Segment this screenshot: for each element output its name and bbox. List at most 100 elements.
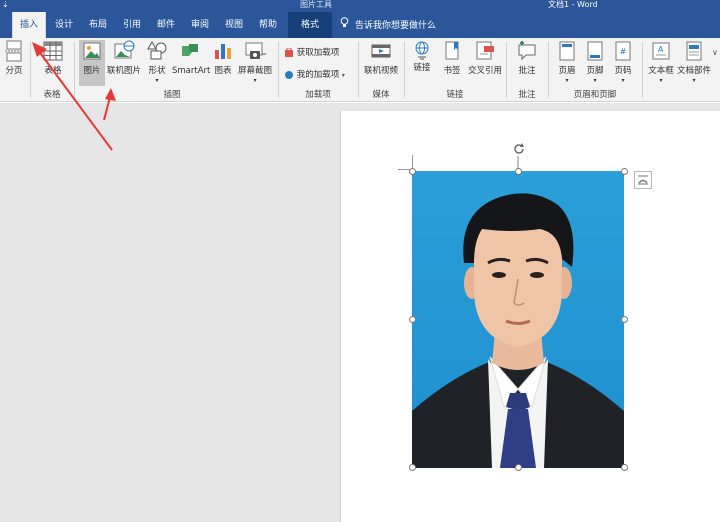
tab-mailings[interactable]: 邮件 bbox=[152, 12, 180, 38]
separator bbox=[404, 42, 405, 98]
picture-button[interactable]: 图片 bbox=[79, 40, 105, 86]
table-label: 表格 bbox=[44, 66, 62, 76]
cross-reference-button[interactable]: 交叉引用 bbox=[466, 40, 504, 76]
ribbon-more-icon[interactable]: ∨ bbox=[712, 48, 718, 57]
footer-icon bbox=[587, 41, 603, 61]
online-picture-label: 联机图片 bbox=[106, 66, 141, 76]
store-icon bbox=[285, 47, 293, 57]
shapes-button[interactable]: 形状 ▾ bbox=[144, 40, 170, 86]
shapes-dropdown-icon: ▾ bbox=[155, 77, 159, 84]
screenshot-icon bbox=[245, 42, 266, 59]
quick-access-icon[interactable]: ⇣ bbox=[2, 0, 9, 9]
rotate-handle-icon[interactable] bbox=[512, 142, 526, 159]
resize-handle-top-left[interactable] bbox=[409, 168, 416, 175]
tab-insert[interactable]: 插入 bbox=[12, 12, 46, 38]
table-button[interactable]: 表格 bbox=[38, 40, 68, 76]
smartart-label: SmartArt bbox=[172, 66, 211, 76]
tab-format[interactable]: 格式 bbox=[288, 12, 332, 38]
bookmark-button[interactable]: 书签 bbox=[438, 40, 466, 76]
link-label: 链接 bbox=[413, 63, 431, 73]
my-addins-dropdown-icon: ▾ bbox=[341, 72, 345, 79]
resize-handle-top-right[interactable] bbox=[621, 168, 628, 175]
id-photo-image[interactable] bbox=[412, 171, 624, 468]
my-addins-button[interactable]: 我的加载项 ▾ bbox=[284, 68, 345, 80]
doc-parts-icon bbox=[686, 41, 702, 61]
header-icon bbox=[559, 41, 575, 61]
group-label-media: 媒体 bbox=[372, 90, 390, 100]
layout-options-button[interactable] bbox=[634, 171, 652, 189]
tab-view[interactable]: 视图 bbox=[220, 12, 248, 38]
textbox-icon: A bbox=[652, 42, 670, 60]
document-title: 文档1 - Word bbox=[548, 0, 598, 9]
resize-handle-bottom-left[interactable] bbox=[409, 464, 416, 471]
resize-handle-bottom-right[interactable] bbox=[621, 464, 628, 471]
online-video-icon bbox=[371, 44, 391, 58]
footer-dropdown-icon: ▾ bbox=[593, 77, 597, 84]
tab-layout[interactable]: 布局 bbox=[84, 12, 112, 38]
get-addins-button[interactable]: 获取加载项 bbox=[284, 46, 339, 58]
online-picture-icon bbox=[114, 40, 135, 59]
footer-label: 页脚 bbox=[586, 66, 604, 76]
header-button[interactable]: 页眉 ▾ bbox=[554, 40, 580, 86]
comment-button[interactable]: 批注 bbox=[512, 40, 542, 76]
page-number-label: 页码 bbox=[614, 66, 632, 76]
page-number-dropdown-icon: ▾ bbox=[621, 77, 625, 84]
chart-button[interactable]: 图表 bbox=[210, 40, 236, 76]
tab-help[interactable]: 帮助 bbox=[254, 12, 282, 38]
svg-text:#: # bbox=[620, 47, 627, 56]
link-button[interactable]: 链接 bbox=[410, 40, 434, 73]
get-addins-label: 获取加载项 bbox=[296, 48, 340, 58]
cross-reference-icon bbox=[476, 41, 494, 60]
page-break-button[interactable]: 分页 bbox=[2, 40, 26, 76]
resize-handle-bottom[interactable] bbox=[515, 464, 522, 471]
doc-parts-label: 文档部件 bbox=[676, 66, 711, 76]
page-number-button[interactable]: # 页码 ▾ bbox=[610, 40, 636, 86]
online-picture-button[interactable]: 联机图片 bbox=[106, 40, 142, 76]
group-label-links: 链接 bbox=[446, 90, 464, 100]
header-dropdown-icon: ▾ bbox=[565, 77, 569, 84]
group-label-tables: 表格 bbox=[43, 90, 61, 100]
textbox-label: 文本框 bbox=[648, 66, 674, 76]
page-break-icon bbox=[5, 40, 23, 62]
cross-reference-label: 交叉引用 bbox=[467, 66, 502, 76]
separator bbox=[548, 42, 549, 98]
resize-handle-top[interactable] bbox=[515, 168, 522, 175]
smartart-button[interactable]: SmartArt bbox=[172, 40, 211, 76]
doc-parts-button[interactable]: 文档部件 ▾ bbox=[676, 40, 712, 86]
screenshot-button[interactable]: 屏幕截图 ▾ bbox=[236, 40, 274, 86]
group-label-addins: 加载项 bbox=[305, 90, 331, 100]
shapes-icon bbox=[147, 40, 167, 60]
separator bbox=[358, 42, 359, 98]
online-video-label: 联机视频 bbox=[363, 66, 398, 76]
footer-button[interactable]: 页脚 ▾ bbox=[582, 40, 608, 86]
textbox-button[interactable]: A 文本框 ▾ bbox=[646, 40, 676, 86]
bookmark-label: 书签 bbox=[443, 66, 461, 76]
resize-handle-left[interactable] bbox=[409, 316, 416, 323]
lightbulb-icon bbox=[340, 12, 349, 38]
new-comment-icon bbox=[518, 41, 536, 61]
svg-text:A: A bbox=[658, 45, 664, 54]
header-label: 页眉 bbox=[558, 66, 576, 76]
my-addins-label: 我的加载项 bbox=[296, 70, 340, 80]
shapes-label: 形状 bbox=[148, 66, 166, 76]
ribbon: 分页 表格 表格 图片 联机图片 形状 ▾ SmartArt 图表 屏幕截图 ▾… bbox=[0, 38, 720, 102]
separator bbox=[506, 42, 507, 98]
table-icon bbox=[43, 41, 63, 61]
online-video-button[interactable]: 联机视频 bbox=[362, 40, 400, 76]
tab-references[interactable]: 引用 bbox=[118, 12, 146, 38]
textbox-dropdown-icon: ▾ bbox=[659, 77, 663, 84]
screenshot-dropdown-icon: ▾ bbox=[253, 77, 257, 84]
comment-label: 批注 bbox=[518, 66, 536, 76]
tab-review[interactable]: 审阅 bbox=[186, 12, 214, 38]
title-bar: ⇣ 图片工具 文档1 - Word bbox=[0, 0, 720, 12]
resize-handle-right[interactable] bbox=[621, 316, 628, 323]
separator bbox=[30, 42, 31, 98]
link-icon bbox=[415, 41, 429, 60]
chart-icon bbox=[215, 44, 231, 59]
tab-design[interactable]: 设计 bbox=[50, 12, 78, 38]
margin-mark bbox=[412, 155, 413, 169]
page-number-icon: # bbox=[615, 41, 631, 61]
tell-me-search[interactable]: 告诉我你想要做什么 bbox=[340, 12, 436, 38]
addins-icon bbox=[285, 70, 293, 79]
picture-icon bbox=[83, 42, 101, 60]
